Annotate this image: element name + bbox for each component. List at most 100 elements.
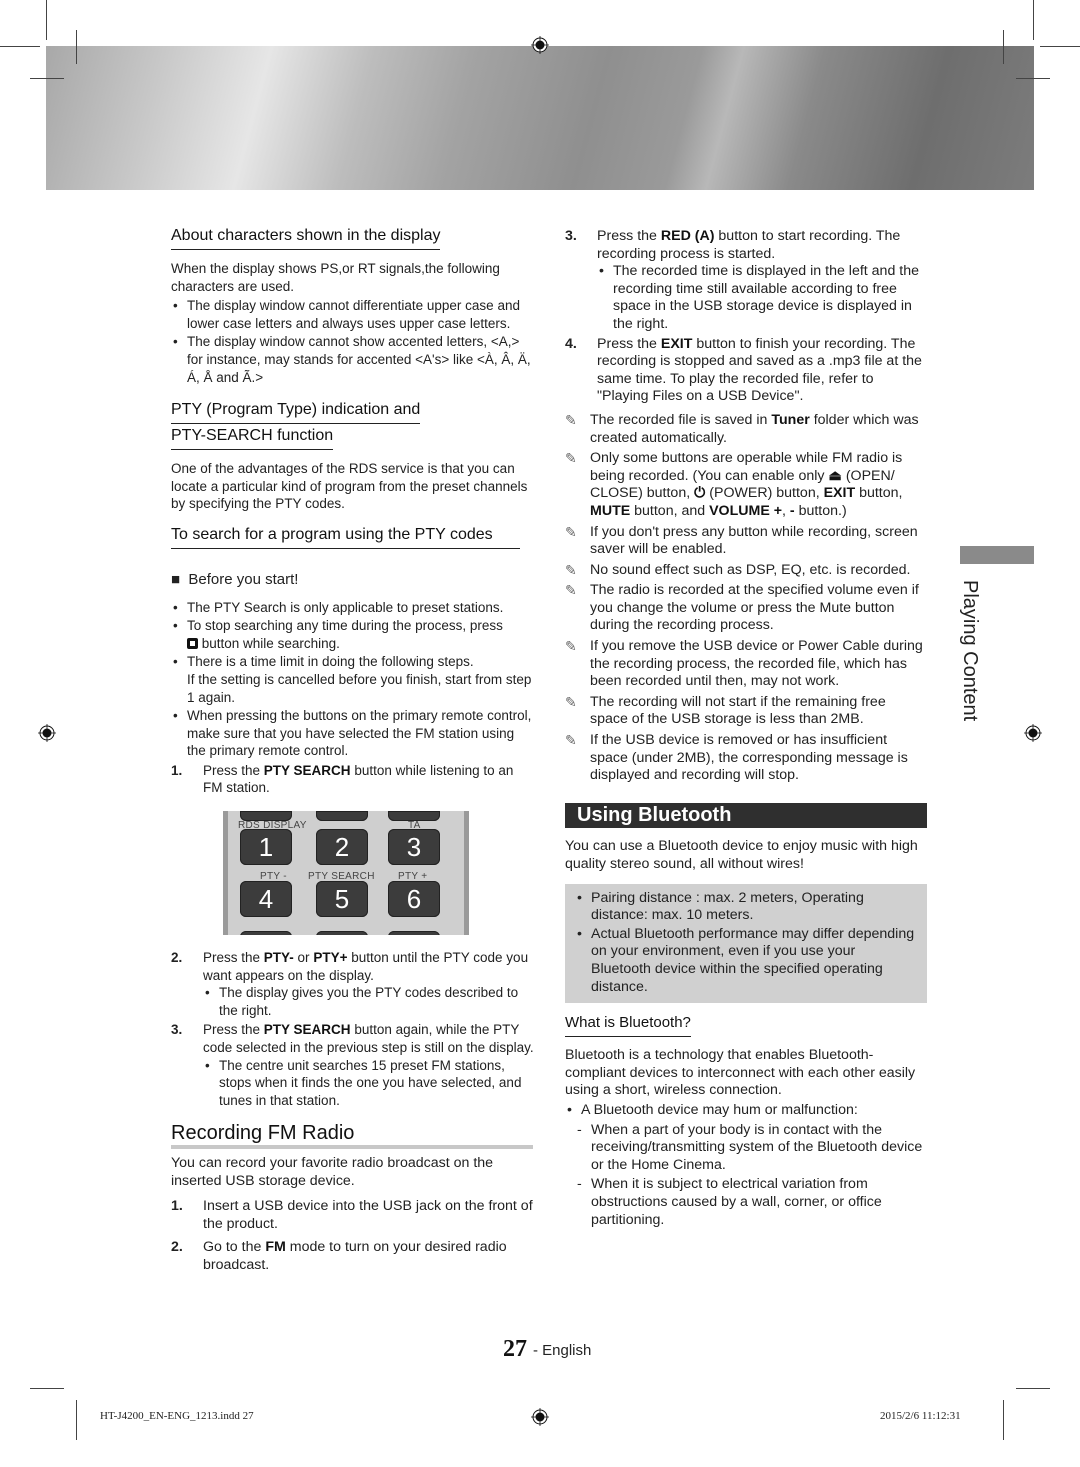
note-item: ✎ The recording will not start if the rem… xyxy=(565,694,927,729)
note-pencil-icon: ✎ xyxy=(565,450,577,467)
note-pencil-icon: ✎ xyxy=(565,638,577,655)
remote-key xyxy=(316,931,368,936)
eject-icon: ⏏ xyxy=(828,467,842,484)
step-number: 2. xyxy=(171,1239,183,1256)
header-banner xyxy=(46,46,1034,190)
what-dash-item: When it is subject to electrical variati… xyxy=(565,1176,927,1229)
note-item: ✎ If you remove the USB device or Power C… xyxy=(565,638,927,691)
before-you-start-label: Before you start! xyxy=(188,570,299,588)
pty-step-1: 1. Press the PTY SEARCH button while list… xyxy=(171,762,536,797)
step-number: 4. xyxy=(565,335,577,352)
left-column: About characters shown in the display Wh… xyxy=(171,226,536,1276)
note-text: button, and xyxy=(630,502,710,519)
registration-mark-icon xyxy=(38,724,56,742)
note-item: ✎ Only some buttons are operable while FM… xyxy=(565,450,927,520)
bluetooth-info-box: Pairing distance : max. 2 meters, Operat… xyxy=(565,883,927,1004)
crop-mark xyxy=(1040,46,1080,47)
note-text: If you don't press any button while reco… xyxy=(590,523,918,558)
step-number: 3. xyxy=(565,228,577,244)
registration-mark-icon xyxy=(531,36,549,54)
crop-mark xyxy=(1003,1400,1004,1440)
page-language: - English xyxy=(533,1342,592,1359)
note-pencil-icon: ✎ xyxy=(565,561,577,578)
note-text: If the USB device is removed or has insu… xyxy=(590,732,908,784)
step-text: Press the xyxy=(203,950,264,966)
step-text: Press the xyxy=(597,228,661,244)
step-text: Press the xyxy=(203,1022,264,1038)
note-pencil-icon: ✎ xyxy=(565,582,577,599)
page-number: 27 xyxy=(503,1336,527,1362)
crop-mark xyxy=(1016,78,1050,79)
step-text: Insert a USB device into the USB jack on… xyxy=(203,1198,533,1232)
remote-key xyxy=(240,931,292,936)
pty-step-3: 3. Press the PTY SEARCH button again, whi… xyxy=(171,1021,536,1109)
before-bullet: There is a time limit in doing the follo… xyxy=(171,653,536,706)
bluetooth-info-bullet: Pairing distance : max. 2 meters, Operat… xyxy=(575,890,919,925)
stop-bullet-text: To stop searching any time during the pr… xyxy=(187,618,503,634)
note-text: No sound effect such as DSP, EQ, etc. is… xyxy=(590,561,911,578)
note-text: button, xyxy=(855,485,903,502)
time-limit-text: There is a time limit in doing the follo… xyxy=(187,654,474,670)
about-intro: When the display shows PS,or RT signals,… xyxy=(171,261,500,294)
remote-control-illustration: RDS DISPLAY TA 1 2 3 PTY - PTY SEARCH PT… xyxy=(223,811,469,936)
step-bold: PTY- xyxy=(263,950,294,966)
step-text: Press the xyxy=(597,335,661,352)
section-tab-marker xyxy=(960,546,1034,564)
what-is-bluetooth-intro: Bluetooth is a technology that enables B… xyxy=(565,1047,916,1099)
recording-step-2: 2. Go to the FM mode to turn on your desi… xyxy=(171,1239,536,1274)
note-pencil-icon: ✎ xyxy=(565,411,577,428)
note-bold: VOLUME + xyxy=(709,502,783,519)
pty-heading-line1: PTY (Program Type) indication and xyxy=(171,400,421,425)
step-text: Press the xyxy=(203,762,264,778)
crop-mark xyxy=(30,1388,64,1389)
section-tab-label: Playing Content xyxy=(959,580,981,722)
time-limit-detail: If the setting is cancelled before you f… xyxy=(187,671,532,705)
square-bullet-icon: ■ xyxy=(171,570,181,588)
note-item: ✎ If the USB device is removed or has ins… xyxy=(565,732,927,785)
step-bold: PTY SEARCH xyxy=(263,1022,351,1038)
crop-mark xyxy=(0,46,40,47)
note-text: The recording will not start if the rema… xyxy=(590,693,886,728)
note-pencil-icon: ✎ xyxy=(565,732,577,749)
remote-key-6: 6 xyxy=(388,881,440,918)
remote-key-4: 4 xyxy=(240,881,292,918)
step-sub-bullet: The display gives you the PTY codes desc… xyxy=(203,984,536,1019)
what-bullet: A Bluetooth device may hum or malfunctio… xyxy=(565,1102,927,1120)
recording-step-1: 1. Insert a USB device into the USB jack … xyxy=(171,1198,536,1233)
about-characters-heading: About characters shown in the display xyxy=(171,226,441,250)
note-item: ✎ The recorded file is saved in Tuner fol… xyxy=(565,412,927,447)
crop-mark xyxy=(1033,0,1034,40)
step-sub-bullet: The centre unit searches 15 preset FM st… xyxy=(203,1057,536,1110)
pty-intro: One of the advantages of the RDS service… xyxy=(171,461,528,512)
note-bold: Tuner xyxy=(771,411,810,428)
before-you-start: ■ Before you start! xyxy=(171,571,536,589)
step-number: 1. xyxy=(171,1198,183,1215)
step-bold: PTY SEARCH xyxy=(263,762,351,778)
remote-key xyxy=(388,931,440,936)
note-bold: EXIT xyxy=(823,485,856,502)
step-bold: FM xyxy=(265,1239,286,1256)
recording-step-4: 4. Press the EXIT button to finish your r… xyxy=(565,336,927,406)
step-sub-bullet: The recorded time is displayed in the le… xyxy=(597,263,927,333)
about-bullet: The display window cannot differentiate … xyxy=(171,297,536,332)
remote-key-1: 1 xyxy=(240,829,292,866)
step-text: or xyxy=(293,950,314,966)
step-number: 3. xyxy=(171,1022,183,1038)
step-number: 1. xyxy=(171,762,183,778)
note-bold: MUTE xyxy=(590,502,631,519)
what-is-bluetooth-heading: What is Bluetooth? xyxy=(565,1013,691,1038)
recording-intro: You can record your favorite radio broad… xyxy=(171,1155,494,1189)
what-dash-item: When a part of your body is in contact w… xyxy=(565,1122,927,1175)
before-bullet: To stop searching any time during the pr… xyxy=(171,617,536,652)
step-bold: RED (A) xyxy=(660,228,715,244)
remote-key-5: 5 xyxy=(316,881,368,918)
note-item: ✎ No sound effect such as DSP, EQ, etc. i… xyxy=(565,562,927,580)
note-text: The recorded file is saved in xyxy=(590,411,772,428)
using-bluetooth-heading: Using Bluetooth xyxy=(565,802,927,829)
note-text: (POWER) button, xyxy=(705,485,824,502)
before-bullet: When pressing the buttons on the primary… xyxy=(171,707,536,760)
about-bullet: The display window cannot show accented … xyxy=(171,333,536,386)
note-pencil-icon: ✎ xyxy=(565,693,577,710)
pty-heading-line2: PTY-SEARCH function xyxy=(171,426,334,451)
crop-mark xyxy=(30,78,64,79)
